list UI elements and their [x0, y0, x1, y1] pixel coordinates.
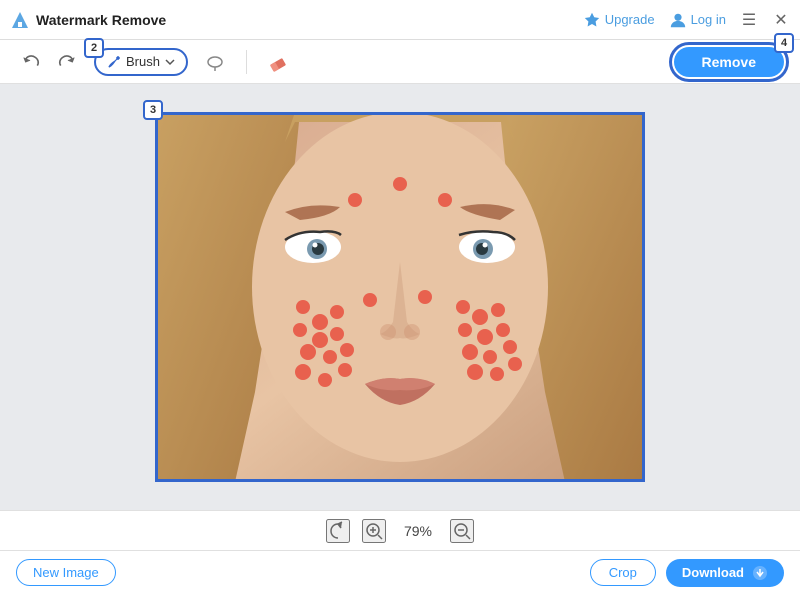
- brush-label: Brush: [126, 54, 160, 69]
- toolbar: 2 Brush 4 Remove: [0, 40, 800, 84]
- download-button[interactable]: Download: [666, 559, 784, 587]
- login-label: Log in: [691, 12, 726, 27]
- lasso-icon: [205, 52, 225, 72]
- lasso-button[interactable]: [200, 47, 230, 77]
- crop-button[interactable]: Crop: [590, 559, 656, 586]
- upgrade-icon: [583, 11, 601, 29]
- remove-wrap: 4 Remove: [674, 47, 784, 77]
- user-icon: [669, 11, 687, 29]
- brush-button[interactable]: Brush: [94, 48, 188, 76]
- app-title: Watermark Remove: [36, 12, 166, 28]
- titlebar-right: Upgrade Log in ☰ ✕: [583, 11, 790, 29]
- main-canvas-area: 3: [0, 84, 800, 510]
- face-image[interactable]: [155, 112, 645, 482]
- titlebar: Watermark Remove Upgrade Log in ☰ ✕: [0, 0, 800, 40]
- brush-icon: [106, 54, 122, 70]
- redo-icon: [58, 53, 76, 71]
- download-icon: [752, 565, 768, 581]
- rotate-icon: [328, 521, 348, 541]
- menu-icon[interactable]: ☰: [740, 11, 758, 29]
- app-icon: [10, 10, 30, 30]
- remove-button[interactable]: Remove: [674, 47, 784, 77]
- chevron-down-icon: [164, 56, 176, 68]
- download-label: Download: [682, 565, 744, 580]
- zoom-out-icon: [452, 521, 472, 541]
- titlebar-left: Watermark Remove: [10, 10, 166, 30]
- redo-button[interactable]: [52, 47, 82, 77]
- undo-redo-group: [16, 47, 82, 77]
- brush-group-wrap: 2 Brush: [94, 48, 188, 76]
- undo-button[interactable]: [16, 47, 46, 77]
- zoom-level: 79%: [398, 523, 438, 539]
- step-badge-2: 2: [84, 38, 104, 58]
- eraser-button[interactable]: [263, 47, 293, 77]
- close-icon[interactable]: ✕: [772, 11, 790, 29]
- zoom-out-button[interactable]: [450, 519, 474, 543]
- upgrade-label: Upgrade: [605, 12, 655, 27]
- step-badge-4: 4: [774, 33, 794, 53]
- zoom-in-icon: [364, 521, 384, 541]
- zoom-bar: 79%: [0, 510, 800, 550]
- toolbar-divider: [246, 50, 247, 74]
- new-image-button[interactable]: New Image: [16, 559, 116, 586]
- actionbar-right: Crop Download: [590, 559, 784, 587]
- face-svg: [155, 112, 645, 482]
- zoom-in-button[interactable]: [362, 519, 386, 543]
- undo-icon: [22, 53, 40, 71]
- rotate-button[interactable]: [326, 519, 350, 543]
- action-bar: New Image Crop Download: [0, 550, 800, 594]
- eraser-icon: [268, 52, 288, 72]
- login-button[interactable]: Log in: [669, 11, 726, 29]
- upgrade-button[interactable]: Upgrade: [583, 11, 655, 29]
- canvas-wrapper[interactable]: 3: [155, 112, 645, 482]
- step-badge-3: 3: [143, 100, 163, 120]
